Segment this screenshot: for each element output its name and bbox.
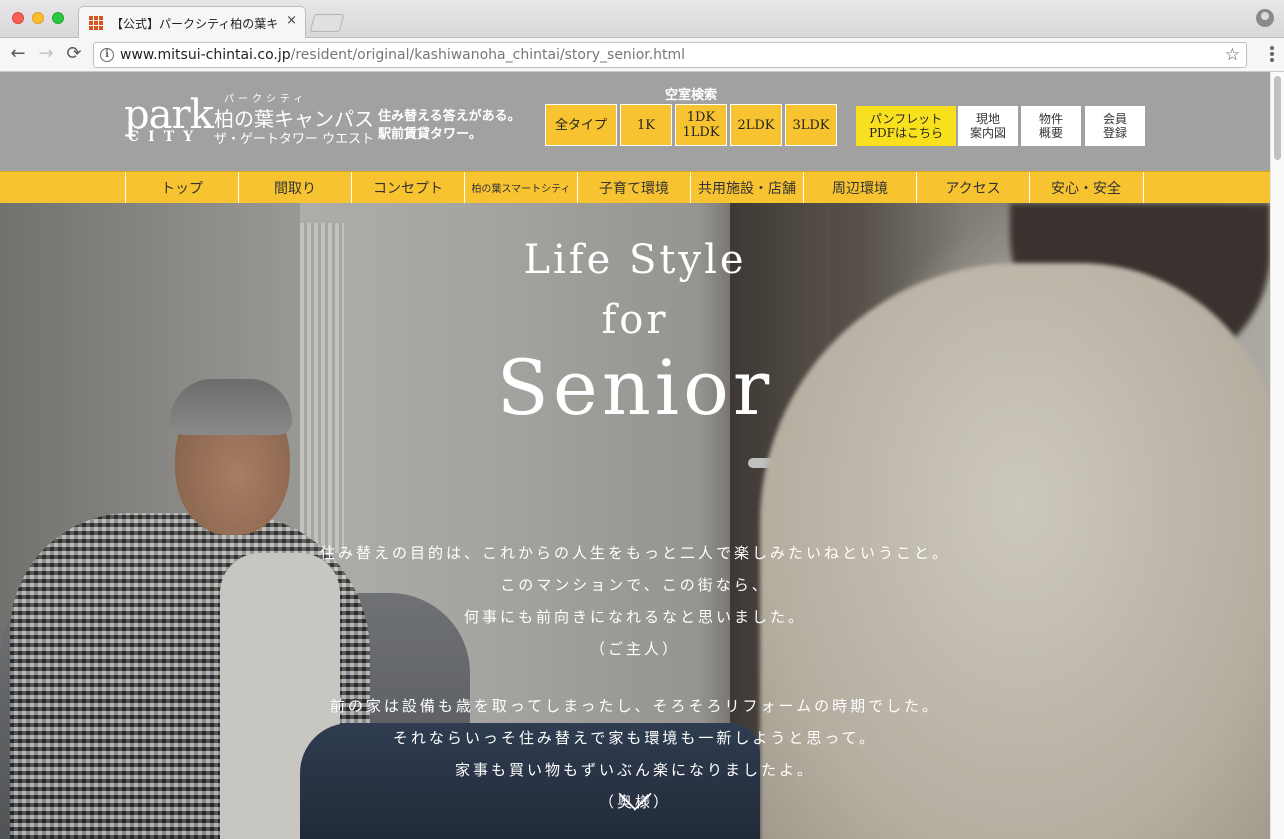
nav-item-access[interactable]: アクセス — [916, 172, 1029, 203]
story-line: それならいっそ住み替えで家も環境も一新しようと思って。 — [392, 729, 878, 747]
story-attribution: （ご主人） — [589, 640, 680, 658]
new-tab-button[interactable] — [309, 14, 345, 32]
tagline-line-1: 住み替える答えがある。 — [378, 109, 521, 124]
scrollbar-thumb[interactable] — [1274, 76, 1281, 160]
nav-item-concept[interactable]: コンセプト — [351, 172, 464, 203]
url-path: /resident/original/kashiwanoha_chintai/s… — [290, 47, 686, 63]
profile-icon[interactable] — [1256, 9, 1274, 27]
browser-toolbar: ← → ⟳ i www.mitsui-chintai.co.jp/residen… — [0, 38, 1284, 72]
window-close-button[interactable] — [12, 12, 24, 24]
nav-divider — [1143, 172, 1144, 203]
type-1k-button[interactable]: 1K — [620, 104, 672, 146]
site-info-icon[interactable]: i — [100, 48, 114, 62]
bookmark-star-icon[interactable]: ☆ — [1225, 45, 1240, 65]
story-line: 住み替えの目的は、これからの人生をもっと二人で楽しみたいねということ。 — [319, 544, 950, 562]
hero-title-line-2: for — [601, 297, 669, 343]
type-1dk-1ldk-button[interactable]: 1DK 1LDK — [675, 104, 727, 146]
hero-text: Life Style for Senior 住み替えの目的は、これからの人生をも… — [0, 203, 1270, 839]
tagline-line-2: 駅前賃貸タワー。 — [378, 127, 482, 142]
back-arrow-icon[interactable]: ← — [8, 44, 28, 64]
nav-item-top[interactable]: トップ — [125, 172, 238, 203]
park-city-logo[interactable]: park CITY パークシティ 柏の葉キャンパス ザ・ゲートタワー ウエスト — [124, 88, 374, 148]
type-3ldk-button[interactable]: 3LDK — [785, 104, 837, 146]
logo-subtitle-text: ザ・ゲートタワー ウエスト — [214, 132, 375, 147]
member-registration-button[interactable]: 会員 登録 — [1085, 106, 1145, 146]
type-2ldk-button[interactable]: 2LDK — [730, 104, 782, 146]
reload-icon[interactable]: ⟳ — [64, 44, 84, 64]
page-scrollbar[interactable] — [1270, 72, 1284, 839]
tab-title: 【公式】パークシティ柏の葉キャンパス — [111, 17, 279, 31]
type-all-button[interactable]: 全タイプ — [545, 104, 617, 146]
window-maximize-button[interactable] — [52, 12, 64, 24]
site-map-button[interactable]: 現地 案内図 — [958, 106, 1018, 146]
nav-item-smart-city[interactable]: 柏の葉スマートシティ — [464, 172, 577, 203]
page-viewport: park CITY パークシティ 柏の葉キャンパス ザ・ゲートタワー ウエスト … — [0, 72, 1270, 839]
nav-item-floorplans[interactable]: 間取り — [238, 172, 351, 203]
hero-title-line-1: Life Style — [523, 237, 747, 283]
browser-tab[interactable]: 【公式】パークシティ柏の葉キャンパス × — [78, 6, 306, 38]
browser-titlebar: 【公式】パークシティ柏の葉キャンパス × — [0, 0, 1284, 38]
nav-item-childcare[interactable]: 子育て環境 — [577, 172, 690, 203]
story-line: このマンションで、この街なら、 — [500, 576, 770, 594]
nav-item-surroundings[interactable]: 周辺環境 — [803, 172, 916, 203]
browser-menu-icon[interactable] — [1270, 46, 1274, 62]
story-husband: 住み替えの目的は、これからの人生をもっと二人で楽しみたいねということ。 このマン… — [0, 537, 1270, 665]
hero-section: Life Style for Senior 住み替えの目的は、これからの人生をも… — [0, 203, 1270, 839]
site-header: park CITY パークシティ 柏の葉キャンパス ザ・ゲートタワー ウエスト … — [0, 72, 1270, 171]
vacancy-search-title: 空室検索 — [664, 88, 717, 103]
nav-item-facilities[interactable]: 共用施設・店舗 — [690, 172, 803, 203]
site-favicon-icon — [89, 16, 103, 30]
window-minimize-button[interactable] — [32, 12, 44, 24]
story-line: 何事にも前向きになれるなと思いました。 — [463, 608, 806, 626]
hero-title-line-3: Senior — [496, 343, 774, 432]
story-line: 前の家は設備も歳を取ってしまったし、そろそろリフォームの時期でした。 — [329, 697, 941, 715]
global-nav: トップ 間取り コンセプト 柏の葉スマートシティ 子育て環境 共用施設・店舗 周… — [0, 171, 1270, 203]
url-host: www.mitsui-chintai.co.jp — [120, 47, 291, 63]
forward-arrow-icon[interactable]: → — [36, 44, 56, 64]
pamphlet-pdf-button[interactable]: パンフレット PDFはこちら — [856, 106, 956, 146]
tagline: 住み替える答えがある。 駅前賃貸タワー。 — [378, 108, 521, 144]
address-bar[interactable]: i www.mitsui-chintai.co.jp/resident/orig… — [93, 42, 1247, 68]
logo-city-text: CITY — [128, 129, 203, 145]
tab-close-icon[interactable]: × — [286, 13, 297, 28]
property-overview-button[interactable]: 物件 概要 — [1021, 106, 1081, 146]
url-text[interactable]: www.mitsui-chintai.co.jp/resident/origin… — [120, 47, 685, 63]
nav-item-safety[interactable]: 安心・安全 — [1029, 172, 1142, 203]
